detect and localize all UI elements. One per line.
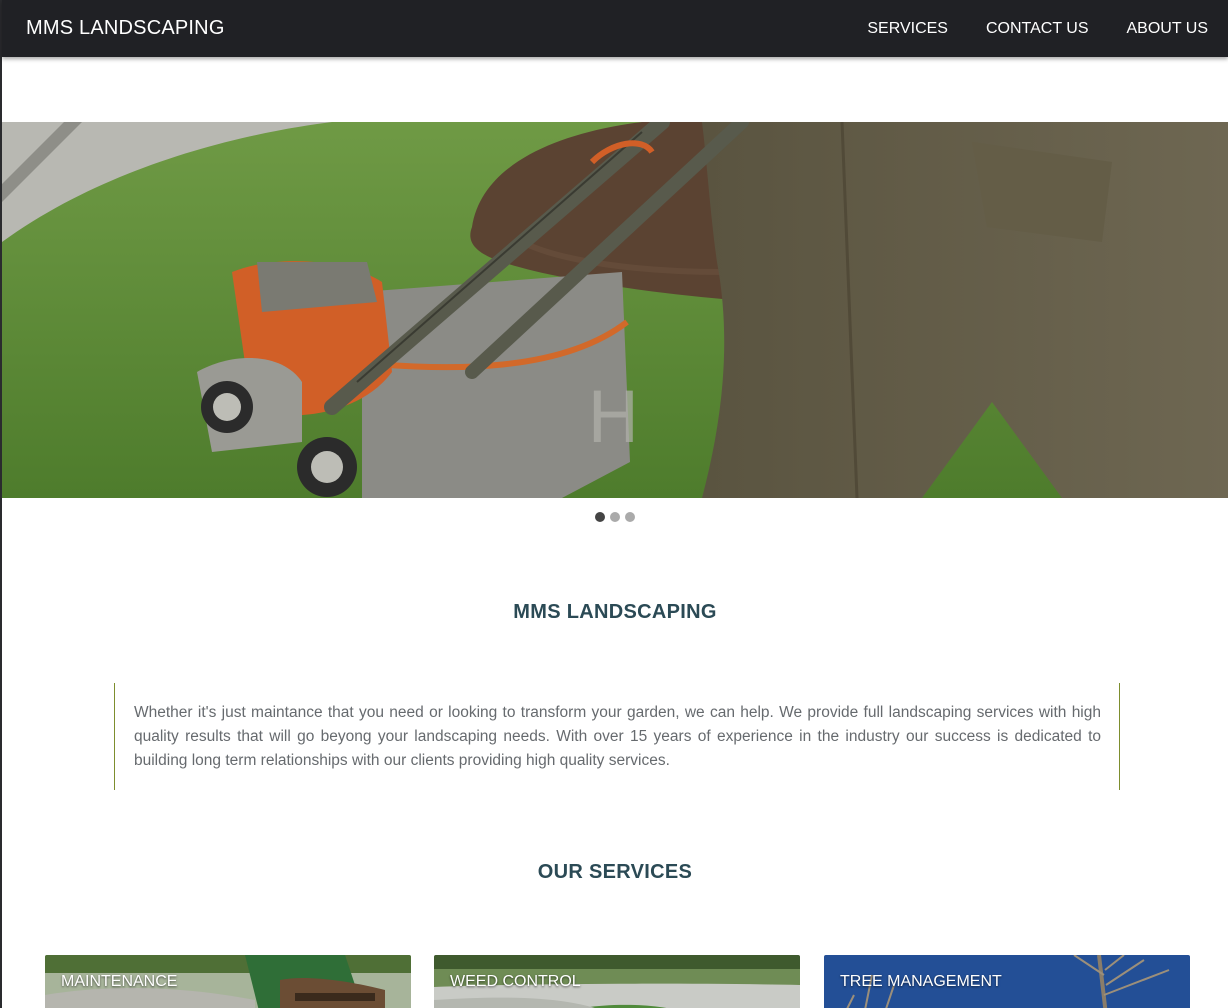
service-card-weed-control-label: WEED CONTROL [450, 973, 581, 990]
svg-text:H: H [587, 377, 640, 459]
nav-link-services[interactable]: SERVICES [867, 20, 948, 38]
carousel-dot-3[interactable] [625, 512, 635, 522]
service-card-tree-management-label: TREE MANAGEMENT [840, 973, 1002, 990]
service-card-tree-management[interactable]: TREE MANAGEMENT [824, 955, 1190, 1008]
lawn-mower-photo: H [2, 122, 1228, 498]
nav-link-about-us[interactable]: ABOUT US [1127, 20, 1209, 38]
service-card-maintenance-label: MAINTENANCE [61, 973, 178, 990]
nav-links: SERVICES CONTACT US ABOUT US [829, 20, 1208, 38]
top-navbar: MMS LANDSCAPING SERVICES CONTACT US ABOU… [2, 0, 1228, 57]
about-heading: MMS LANDSCAPING [513, 601, 717, 623]
carousel-dot-2[interactable] [610, 512, 620, 522]
carousel-dot-1[interactable] [595, 512, 605, 522]
service-card-weed-control[interactable]: WEED CONTROL [434, 955, 800, 1008]
services-heading: OUR SERVICES [537, 861, 693, 883]
hero-carousel-slide: H [2, 122, 1228, 498]
intro-paragraph: Whether it's just maintance that you nee… [134, 704, 1101, 769]
carousel-indicators [2, 512, 1228, 522]
nav-link-contact-us[interactable]: CONTACT US [986, 20, 1089, 38]
service-card-maintenance[interactable]: MAINTENANCE [45, 955, 411, 1008]
intro-blockquote: Whether it's just maintance that you nee… [114, 683, 1120, 790]
brand-logo-link[interactable]: MMS LANDSCAPING [26, 17, 225, 40]
